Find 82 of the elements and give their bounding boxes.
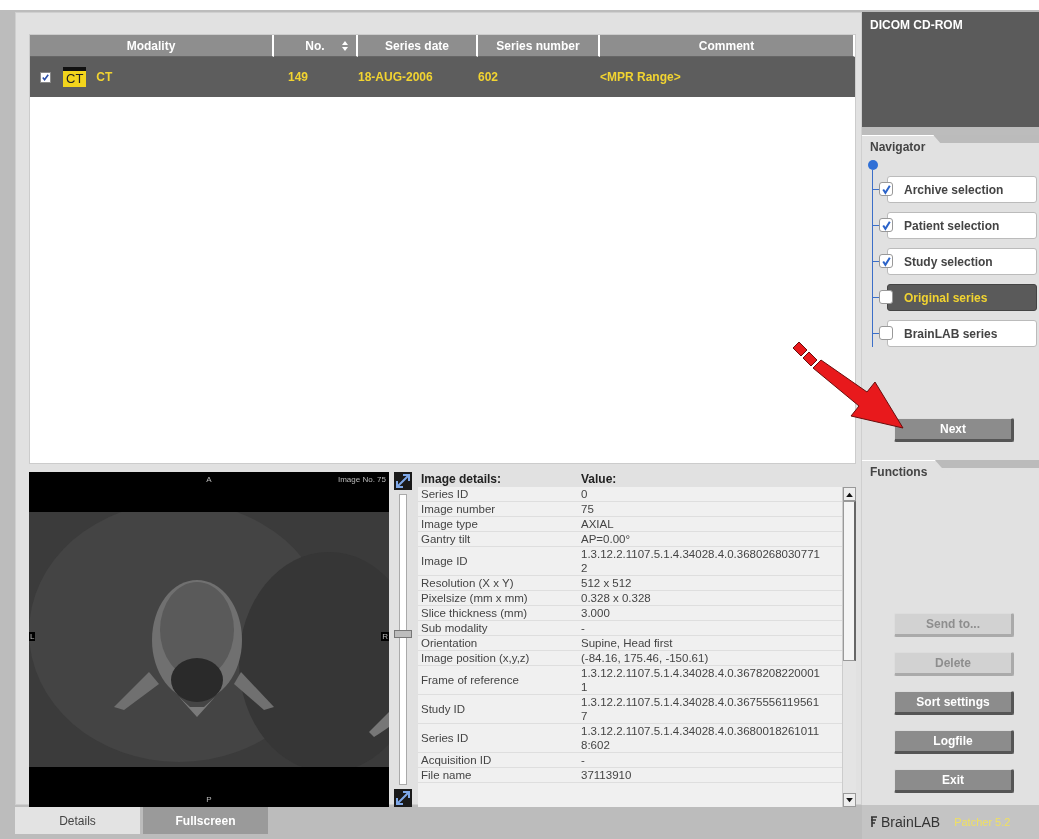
detail-label: Image number — [420, 502, 497, 516]
checkbox[interactable] — [879, 218, 893, 232]
detail-value: 0.328 x 0.328 — [581, 591, 652, 605]
table-cell: <MPR Range> — [600, 70, 681, 84]
orientation-label: L — [29, 632, 36, 641]
detail-label: Study ID — [420, 702, 467, 716]
table-row[interactable]: CT CT 149 18-AUG-2006 602 <MPR Range> — [30, 57, 855, 97]
detail-value: 75 — [581, 502, 595, 516]
tree-root-dot — [868, 160, 878, 170]
resize-icon[interactable] — [394, 472, 412, 490]
checkbox[interactable] — [40, 71, 51, 83]
function-button[interactable]: Exit — [894, 769, 1014, 793]
next-button[interactable]: Next — [894, 418, 1014, 442]
tab[interactable]: Details — [15, 807, 140, 834]
column-header[interactable]: Series date — [358, 35, 478, 57]
column-header[interactable]: Modality — [30, 35, 274, 57]
table-cell: 149 — [288, 70, 309, 84]
table-cell: 18-AUG-2006 — [358, 70, 433, 84]
detail-value: 0 — [581, 487, 589, 501]
version-label: Patcher 5.2 — [954, 816, 1011, 828]
checkbox[interactable] — [879, 182, 893, 196]
navigator-step[interactable]: Study selection — [887, 248, 1037, 275]
navigator-step[interactable]: Original series — [887, 284, 1037, 311]
navigator-step[interactable]: Archive selection — [887, 176, 1037, 203]
detail-value: 3.000 — [581, 606, 611, 620]
slider-thumb[interactable] — [394, 629, 412, 638]
detail-label: Slice thickness (mm) — [420, 606, 529, 620]
detail-label: Pixelsize (mm x mm) — [420, 591, 529, 605]
detail-label: File name — [420, 768, 473, 782]
scroll-up-button[interactable] — [843, 487, 856, 501]
orientation-label: P — [206, 795, 212, 804]
table-cell: 602 — [478, 70, 499, 84]
detail-value: 1.3.12.2.1107.5.1.4.34028.4.0.3675556119561 7 — [581, 695, 821, 723]
checkbox[interactable] — [879, 326, 893, 340]
table-cell: CT — [96, 70, 113, 84]
detail-value: 1.3.12.2.1107.5.1.4.34028.4.0.3678208220001 1 — [581, 666, 821, 694]
detail-value: 1.3.12.2.1107.5.1.4.34028.4.0.3680268030771 2 — [581, 547, 821, 575]
detail-label: Image position (x,y,z) — [420, 651, 531, 665]
function-button[interactable]: Logfile — [894, 730, 1014, 754]
scroll-down-button[interactable] — [843, 793, 856, 807]
column-header: Value: — [581, 472, 618, 487]
source-title: DICOM CD-ROM — [870, 18, 963, 32]
detail-label: Acquisition ID — [420, 753, 493, 767]
column-header[interactable]: Series number — [478, 35, 600, 57]
orientation-label: A — [206, 475, 212, 484]
brand-logo: BrainLAB — [870, 814, 941, 830]
detail-label: Series ID — [420, 487, 470, 501]
scroll-thumb[interactable] — [843, 501, 856, 661]
detail-value: - — [581, 621, 586, 635]
scrollbar[interactable] — [842, 487, 856, 807]
tab[interactable]: Fullscreen — [143, 807, 268, 834]
detail-value: 37113910 — [581, 768, 633, 782]
detail-value: AP=0.00° — [581, 532, 632, 546]
checkbox[interactable] — [879, 254, 893, 268]
modality-badge: CT — [63, 67, 87, 87]
column-header: Image details: — [420, 472, 503, 487]
detail-label: Sub modality — [420, 621, 489, 635]
detail-label: Image ID — [420, 554, 469, 568]
image-number-label: Image No. 75 — [337, 475, 386, 484]
detail-label: Orientation — [420, 636, 479, 650]
detail-label: Frame of reference — [420, 673, 520, 687]
detail-label: Image type — [420, 517, 479, 531]
resize-icon[interactable] — [394, 789, 412, 807]
up-arrow-icon — [846, 491, 853, 497]
detail-value: - — [581, 753, 586, 767]
detail-label: Gantry tilt — [420, 532, 472, 546]
sort-icon[interactable] — [342, 40, 348, 52]
navigator-step[interactable]: Patient selection — [887, 212, 1037, 239]
column-header[interactable]: No. — [274, 35, 358, 57]
function-button[interactable]: Sort settings — [894, 691, 1014, 715]
detail-label: Series ID — [420, 731, 470, 745]
orientation-label: R — [381, 632, 389, 641]
detail-value: Supine, Head first — [581, 636, 674, 650]
detail-value: 512 x 512 — [581, 576, 633, 590]
checkbox[interactable] — [879, 290, 893, 304]
down-arrow-icon — [846, 797, 853, 803]
navigator-step[interactable]: BrainLAB series — [887, 320, 1037, 347]
detail-label: Resolution (X x Y) — [420, 576, 515, 590]
detail-value: 1.3.12.2.1107.5.1.4.34028.4.0.3680018261011 8:602 — [581, 724, 821, 752]
column-header[interactable]: Comment — [600, 35, 855, 57]
detail-value: (-84.16, 175.46, -150.61) — [581, 651, 710, 665]
detail-value: AXIAL — [581, 517, 615, 531]
